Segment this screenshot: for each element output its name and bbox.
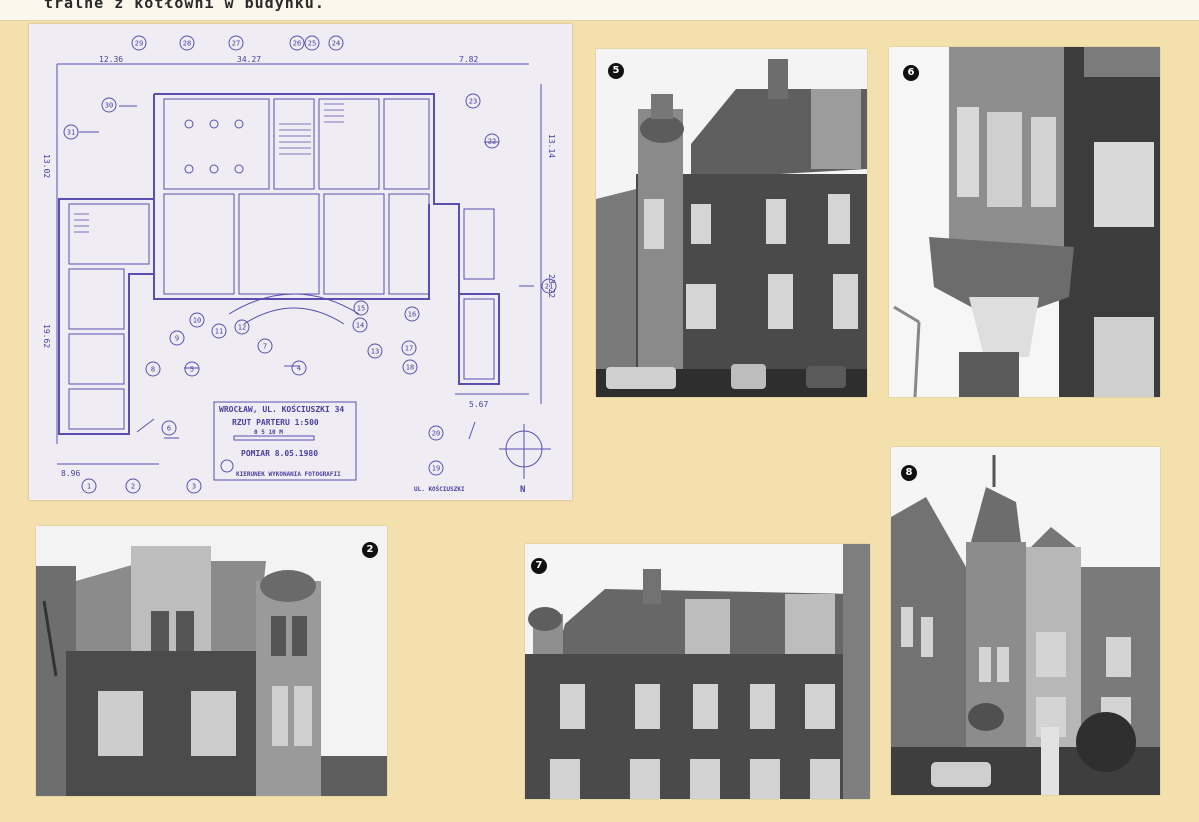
photo-number: 7	[531, 558, 547, 574]
photo-6: 6	[889, 47, 1160, 397]
photo-number: 2	[362, 542, 378, 558]
photo-marker-label: 19	[432, 465, 440, 473]
plan-title: WROCŁAW, UL. KOŚCIUSZKI 34	[219, 403, 344, 414]
floor-plan: 12.36 34.27 7.82 8.96 5.67 13.02 19.62 1…	[29, 24, 572, 500]
survey-date: POMIAR 8.05.1980	[241, 449, 318, 458]
photo-number: 6	[903, 65, 919, 81]
floor-plan-drawing: 12.36 34.27 7.82 8.96 5.67 13.02 19.62 1…	[42, 35, 557, 495]
bay-window-image	[889, 47, 1160, 397]
dim-bottom-right: 5.67	[469, 400, 488, 409]
typed-caption: tralne z kotłowni w budynku.	[44, 0, 325, 12]
typed-paper-strip: tralne z kotłowni w budynku.	[0, 0, 1199, 21]
photo-number: 5	[608, 63, 624, 79]
legend-text: KIERUNEK WYKONANIA FOTOGRAFII	[236, 471, 341, 478]
dim-left-bottom: 19.62	[42, 324, 51, 348]
photo-marker-label: 18	[406, 364, 414, 372]
facade-street-image	[891, 447, 1160, 795]
dim-right-top: 13.14	[547, 134, 556, 158]
photo-5: 5	[596, 49, 867, 397]
photo-marker-label: 31	[67, 129, 75, 137]
photo-marker-label: 21	[545, 283, 553, 291]
photo-marker-label: 30	[105, 102, 113, 110]
photo-marker-label: 28	[183, 40, 191, 48]
photo-marker-label: 23	[469, 98, 477, 106]
dim-top-left: 12.36	[99, 55, 123, 64]
photo-marker-label: 10	[193, 317, 201, 325]
archive-sheet: tralne z kotłowni w budynku. 12.36 34.27…	[0, 0, 1199, 822]
photo-marker-label: 27	[232, 40, 240, 48]
photo-marker-label: 14	[356, 322, 364, 330]
photo-marker-label: 6	[167, 425, 171, 433]
photo-marker-label: 3	[192, 483, 196, 491]
photo-marker-label: 4	[297, 365, 301, 373]
photo-marker-label: 8	[151, 366, 155, 374]
photo-marker-label: 24	[332, 40, 340, 48]
photo-marker-label: 15	[357, 305, 365, 313]
dim-top-mid: 34.27	[237, 55, 261, 64]
photo-marker-label: 1	[87, 483, 91, 491]
photo-marker-label: 26	[293, 40, 301, 48]
dim-left: 13.02	[42, 154, 51, 178]
photo-marker-label: 29	[135, 40, 143, 48]
photo-7: 7	[525, 544, 870, 799]
dim-top-right: 7.82	[459, 55, 478, 64]
photo-marker-label: 5	[190, 366, 194, 374]
photo-8: 8	[891, 447, 1160, 795]
scale-label: 0 5 10 M	[254, 429, 283, 436]
plan-subtitle: RZUT PARTERU 1:500	[232, 418, 319, 427]
photo-marker-label: 16	[408, 311, 416, 319]
facade-front-image	[525, 544, 870, 799]
facade-top-image	[36, 526, 387, 796]
north-label: N	[520, 485, 525, 495]
photo-marker-label: 9	[175, 335, 179, 343]
photo-marker-label: 22	[488, 138, 496, 146]
photo-marker-label: 17	[405, 345, 413, 353]
photo-marker-label: 2	[131, 483, 135, 491]
photo-marker-label: 13	[371, 348, 379, 356]
photo-marker-label: 20	[432, 430, 440, 438]
photo-2: 2	[36, 526, 387, 796]
dim-bottom-left: 8.96	[61, 469, 80, 478]
building-corner-image	[596, 49, 867, 397]
photo-marker-label: 7	[263, 343, 267, 351]
street-label: UL. KOŚCIUSZKI	[414, 486, 465, 493]
photo-marker-label: 25	[308, 40, 316, 48]
photo-number: 8	[901, 465, 917, 481]
photo-marker-label: 12	[238, 324, 246, 332]
photo-marker-label: 11	[215, 328, 223, 336]
